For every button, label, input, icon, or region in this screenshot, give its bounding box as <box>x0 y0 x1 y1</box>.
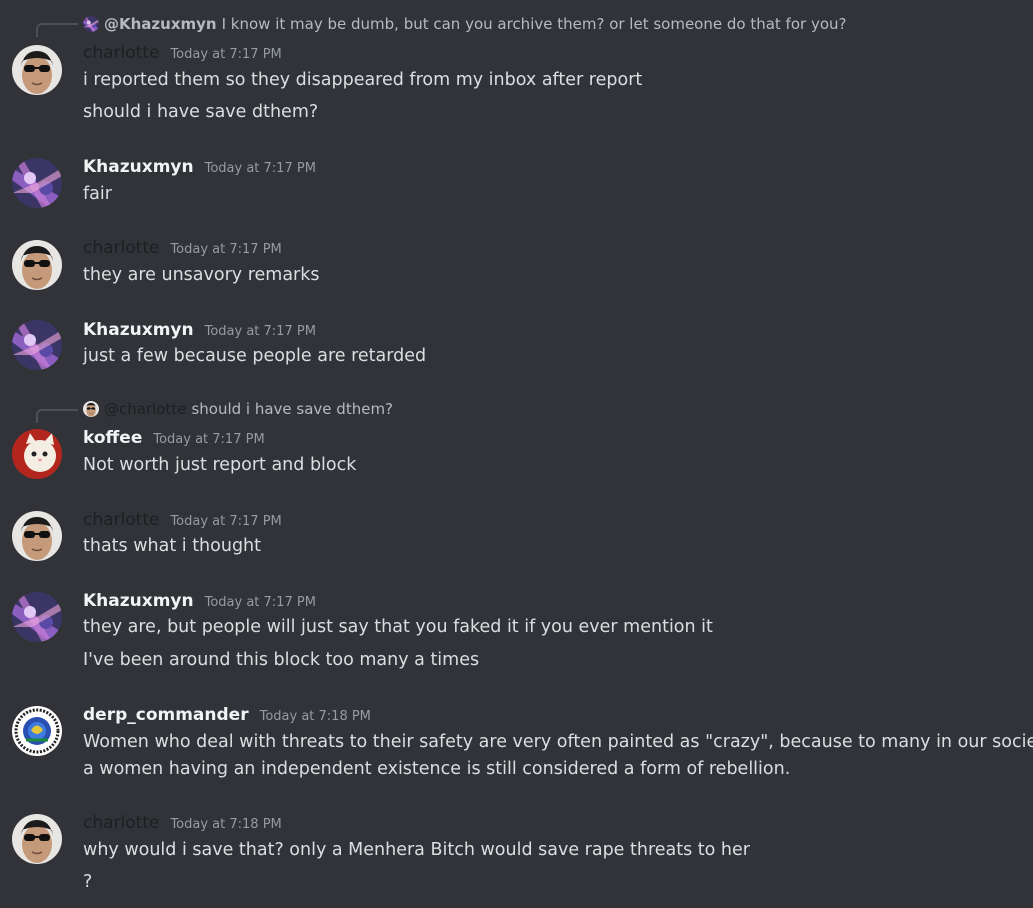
message-text: ? <box>83 872 93 892</box>
reply-avatar <box>83 16 99 32</box>
reply-connector <box>36 23 78 37</box>
avatar[interactable] <box>12 158 62 208</box>
avatar[interactable] <box>12 240 62 290</box>
message-text: why would i save that? only a Menhera Bi… <box>83 840 750 860</box>
avatar[interactable] <box>12 814 62 864</box>
username[interactable]: Khazuxmyn <box>83 591 194 611</box>
timestamp: Today at 7:17 PM <box>204 161 316 176</box>
timestamp: Today at 7:18 PM <box>170 817 282 832</box>
message-text: they are, but people will just say that … <box>83 617 713 637</box>
reply-preview[interactable]: @charlotte should i have save dthem? <box>83 399 393 419</box>
avatar[interactable] <box>12 45 62 95</box>
username[interactable]: charlotte <box>83 510 159 530</box>
message-text: they are unsavory remarks <box>83 265 320 285</box>
username[interactable]: charlotte <box>83 238 159 258</box>
timestamp: Today at 7:17 PM <box>170 47 282 62</box>
reply-avatar <box>83 401 99 417</box>
reply-author[interactable]: @charlotte <box>104 400 186 418</box>
message-text: a women having an independent existence … <box>83 759 791 779</box>
message-text: i reported them so they disappeared from… <box>83 70 643 90</box>
username[interactable]: charlotte <box>83 813 159 833</box>
timestamp: Today at 7:17 PM <box>153 432 265 447</box>
reply-author[interactable]: @Khazuxmyn <box>104 15 217 33</box>
timestamp: Today at 7:17 PM <box>170 514 282 529</box>
timestamp: Today at 7:18 PM <box>259 709 371 724</box>
reply-text: I know it may be dumb, but can you archi… <box>221 15 847 33</box>
message-text: Women who deal with threats to their saf… <box>83 732 1033 752</box>
message-text: Not worth just report and block <box>83 455 357 475</box>
timestamp: Today at 7:17 PM <box>204 595 316 610</box>
username[interactable]: derp_commander <box>83 705 249 725</box>
reply-text: should i have save dthem? <box>191 400 394 418</box>
timestamp: Today at 7:17 PM <box>170 242 282 257</box>
reply-connector <box>36 409 78 423</box>
message-text: thats what i thought <box>83 536 262 556</box>
username[interactable]: Khazuxmyn <box>83 157 194 177</box>
avatar[interactable] <box>12 511 62 561</box>
username[interactable]: koffee <box>83 428 142 448</box>
avatar[interactable] <box>12 429 62 479</box>
timestamp: Today at 7:17 PM <box>204 324 316 339</box>
avatar[interactable] <box>12 320 62 370</box>
avatar[interactable] <box>12 592 62 642</box>
username[interactable]: Khazuxmyn <box>83 320 194 340</box>
reply-preview[interactable]: @Khazuxmyn I know it may be dumb, but ca… <box>83 14 846 34</box>
message-text: just a few because people are retarded <box>83 346 427 366</box>
message-text: should i have save dthem? <box>83 102 319 122</box>
message-text: I've been around this block too many a t… <box>83 650 480 670</box>
username[interactable]: charlotte <box>83 43 159 63</box>
avatar[interactable] <box>12 706 62 756</box>
message-text: fair <box>83 184 112 204</box>
